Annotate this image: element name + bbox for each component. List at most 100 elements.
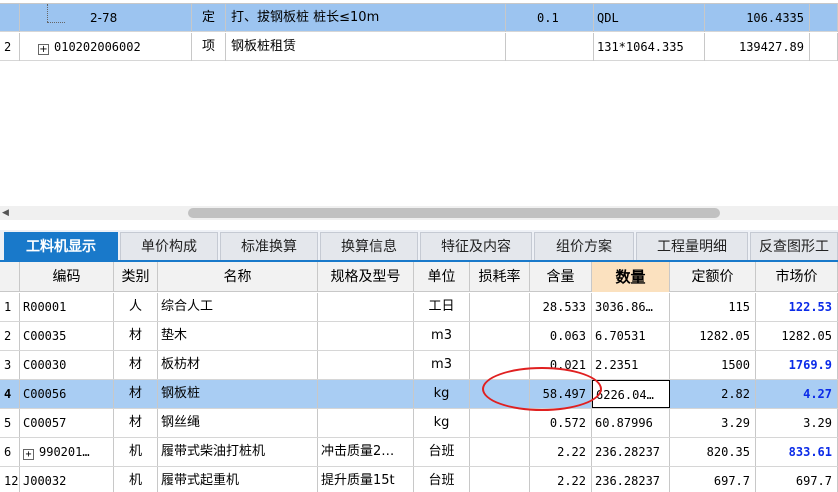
cell-unit[interactable]: m3 <box>414 322 470 350</box>
tab-reverse-lookup[interactable]: 反查图形工 <box>750 232 838 260</box>
cell-quantity[interactable]: 3036.86… <box>592 293 670 321</box>
cell-quota-price[interactable]: 1500 <box>670 351 756 379</box>
cell-spec[interactable] <box>318 351 414 379</box>
cell-unit[interactable]: kg <box>414 409 470 437</box>
cell-name[interactable]: 钢板桩 <box>158 380 318 408</box>
horizontal-scrollbar[interactable]: ◀ <box>0 206 838 220</box>
cell-quota-price[interactable]: 697.7 <box>670 467 756 492</box>
cell-code[interactable]: J00032 <box>20 467 114 492</box>
code-cell[interactable]: +010202006002 <box>20 33 192 61</box>
cell-quantity[interactable]: 6226.04… <box>592 380 670 408</box>
tab-quantity-detail[interactable]: 工程量明细 <box>636 232 748 260</box>
qty-cell[interactable]: 131*1064.335 <box>594 33 705 61</box>
tab-unit-price[interactable]: 单价构成 <box>120 232 218 260</box>
cell-loss[interactable] <box>470 351 530 379</box>
cell-spec[interactable] <box>318 380 414 408</box>
top-row-item[interactable]: 2 +010202006002 项 钢板桩租赁 131*1064.335 139… <box>0 33 838 61</box>
scroll-left-icon[interactable]: ◀ <box>2 208 9 218</box>
cell-code[interactable]: R00001 <box>20 293 114 321</box>
cell-quantity[interactable]: 236.28237 <box>592 467 670 492</box>
total-cell[interactable]: 106.4335 <box>705 4 810 32</box>
header-quota-price[interactable]: 定额价 <box>670 262 756 292</box>
expand-icon[interactable]: + <box>38 44 49 55</box>
cell-market-price[interactable]: 1282.05 <box>756 322 838 350</box>
table-row[interactable]: 12 J00032 机履带式起重机 提升质量15t 台班 2.22 236.28237 697… <box>0 467 838 492</box>
cell-category[interactable]: 材 <box>114 380 158 408</box>
cell-name[interactable]: 板枋材 <box>158 351 318 379</box>
cell-unit[interactable]: 台班 <box>414 467 470 492</box>
qty-expr-cell[interactable]: 0.1 <box>506 4 594 32</box>
cell-market-price[interactable]: 3.29 <box>756 409 838 437</box>
cell-market-price[interactable]: 1769.9 <box>756 351 838 379</box>
cell-spec[interactable] <box>318 409 414 437</box>
cell-spec[interactable] <box>318 293 414 321</box>
cell-name[interactable]: 履带式起重机 <box>158 467 318 492</box>
cell-category[interactable]: 材 <box>114 409 158 437</box>
cell-loss[interactable] <box>470 380 530 408</box>
name-cell[interactable]: 打、拔钢板桩 桩长≤10m <box>226 4 506 32</box>
type-cell[interactable]: 项 <box>192 33 226 61</box>
cell-name[interactable]: 履带式柴油打桩机 <box>158 438 318 466</box>
tab-conversion-info[interactable]: 换算信息 <box>320 232 418 260</box>
cell-category[interactable]: 材 <box>114 351 158 379</box>
header-loss-rate[interactable]: 损耗率 <box>470 262 530 292</box>
cell-code[interactable]: C00030 <box>20 351 114 379</box>
cell-category[interactable]: 机 <box>114 467 158 492</box>
cell-name[interactable]: 综合人工 <box>158 293 318 321</box>
table-row[interactable]: 2 C00035 材垫木 m3 0.063 6.70531 1282.05 1282.05 <box>0 322 838 351</box>
cell-content[interactable]: 0.572 <box>530 409 592 437</box>
header-spec[interactable]: 规格及型号 <box>318 262 414 292</box>
cell-market-price[interactable]: 4.27 <box>756 380 838 408</box>
cell-quota-price[interactable]: 115 <box>670 293 756 321</box>
cell-quota-price[interactable]: 3.29 <box>670 409 756 437</box>
cell-code[interactable]: C00056 <box>20 380 114 408</box>
header-content[interactable]: 含量 <box>530 262 592 292</box>
table-row[interactable]: 5 C00057 材钢丝绳 kg 0.572 60.87996 3.29 3.29 <box>0 409 838 438</box>
header-code[interactable]: 编码 <box>20 262 114 292</box>
cell-content[interactable]: 2.22 <box>530 438 592 466</box>
cell-market-price[interactable]: 697.7 <box>756 467 838 492</box>
tab-labor-material-machine[interactable]: 工料机显示 <box>4 232 118 260</box>
scrollbar-thumb[interactable] <box>188 208 720 218</box>
cell-content[interactable]: 0.063 <box>530 322 592 350</box>
table-row[interactable]: 6 +990201… 机履带式柴油打桩机 冲击质量2… 台班 2.22 236.28237 8… <box>0 438 838 467</box>
cell-quantity[interactable]: 60.87996 <box>592 409 670 437</box>
header-category[interactable]: 类别 <box>114 262 158 292</box>
table-row[interactable]: 3 C00030 材板枋材 m3 0.021 2.2351 1500 1769.9 <box>0 351 838 380</box>
cell-spec[interactable]: 提升质量15t <box>318 467 414 492</box>
qty-cell[interactable]: QDL <box>594 4 705 32</box>
cell-unit[interactable]: kg <box>414 380 470 408</box>
cell-quota-price[interactable]: 2.82 <box>670 380 756 408</box>
header-quantity[interactable]: 数量 <box>592 262 670 292</box>
cell-unit[interactable]: m3 <box>414 351 470 379</box>
cell-spec[interactable] <box>318 322 414 350</box>
cell-code[interactable]: +990201… <box>20 438 114 466</box>
cell-name[interactable]: 钢丝绳 <box>158 409 318 437</box>
cell-content[interactable]: 28.533 <box>530 293 592 321</box>
cell-code[interactable]: C00035 <box>20 322 114 350</box>
tab-pricing-scheme[interactable]: 组价方案 <box>534 232 634 260</box>
table-row[interactable]: 4 C00056 材钢板桩 kg 58.497 6226.04… 2.82 4.27 <box>0 380 838 409</box>
cell-code[interactable]: C00057 <box>20 409 114 437</box>
cell-loss[interactable] <box>470 293 530 321</box>
cell-quantity[interactable]: 2.2351 <box>592 351 670 379</box>
tab-standard-conversion[interactable]: 标准换算 <box>220 232 318 260</box>
cell-category[interactable]: 机 <box>114 438 158 466</box>
cell-quota-price[interactable]: 820.35 <box>670 438 756 466</box>
header-name[interactable]: 名称 <box>158 262 318 292</box>
type-cell[interactable]: 定 <box>192 4 226 32</box>
cell-loss[interactable] <box>470 322 530 350</box>
header-unit[interactable]: 单位 <box>414 262 470 292</box>
cell-unit[interactable]: 工日 <box>414 293 470 321</box>
top-row-quota[interactable]: 2-78 定 打、拔钢板桩 桩长≤10m 0.1 QDL 106.4335 <box>0 4 838 32</box>
cell-spec[interactable]: 冲击质量2… <box>318 438 414 466</box>
price-cell[interactable]: 139427.89 <box>705 33 810 61</box>
cell-content[interactable]: 2.22 <box>530 467 592 492</box>
code-cell[interactable]: 2-78 <box>20 4 192 32</box>
cell-name[interactable]: 垫木 <box>158 322 318 350</box>
tab-features[interactable]: 特征及内容 <box>420 232 532 260</box>
cell-market-price[interactable]: 833.61 <box>756 438 838 466</box>
cell-loss[interactable] <box>470 467 530 492</box>
expand-icon[interactable]: + <box>23 449 34 460</box>
qty-expr-cell[interactable] <box>506 33 594 61</box>
